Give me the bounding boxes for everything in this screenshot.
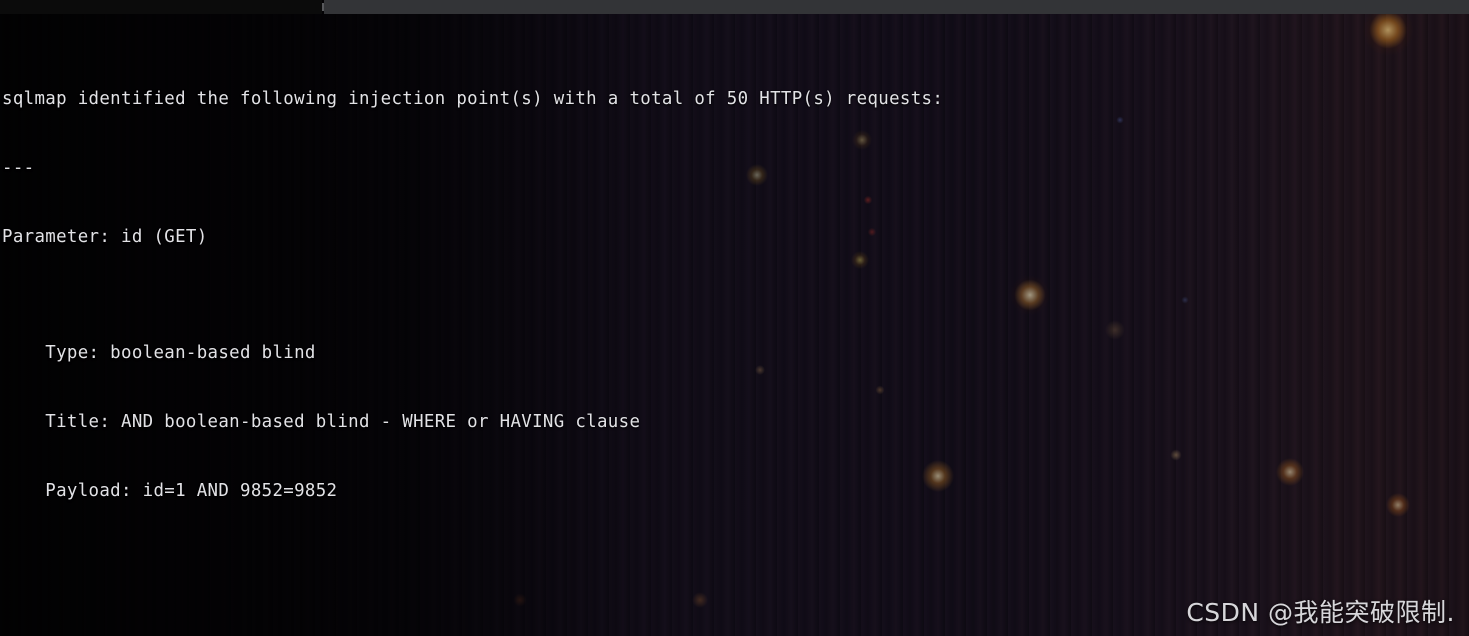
window-titlebar[interactable]: [0, 0, 1469, 14]
injection-title-text: Title: AND boolean-based blind - WHERE o…: [2, 411, 641, 432]
injection-0-type: Type: boolean-based blind: [2, 342, 1469, 365]
injection-payload-text: Payload: id=1 AND 9852=9852: [2, 480, 338, 501]
summary-line: sqlmap identified the following injectio…: [2, 88, 1469, 111]
injection-0-title: Title: AND boolean-based blind - WHERE o…: [2, 411, 1469, 434]
parameter-line: Parameter: id (GET): [2, 226, 1469, 249]
terminal-output[interactable]: sqlmap identified the following injectio…: [0, 14, 1469, 636]
injection-type-text: Type: boolean-based blind: [2, 342, 316, 363]
titlebar-right-segment: [324, 0, 1469, 14]
injection-0-payload: Payload: id=1 AND 9852=9852: [2, 480, 1469, 503]
terminal-window: sqlmap identified the following injectio…: [0, 0, 1469, 636]
separator-top-text: ---: [2, 158, 35, 179]
separator-top: ---: [2, 157, 1469, 180]
titlebar-left-segment: [0, 0, 322, 14]
summary-text: sqlmap identified the following injectio…: [2, 89, 944, 110]
parameter-text: Parameter: id (GET): [2, 227, 208, 248]
